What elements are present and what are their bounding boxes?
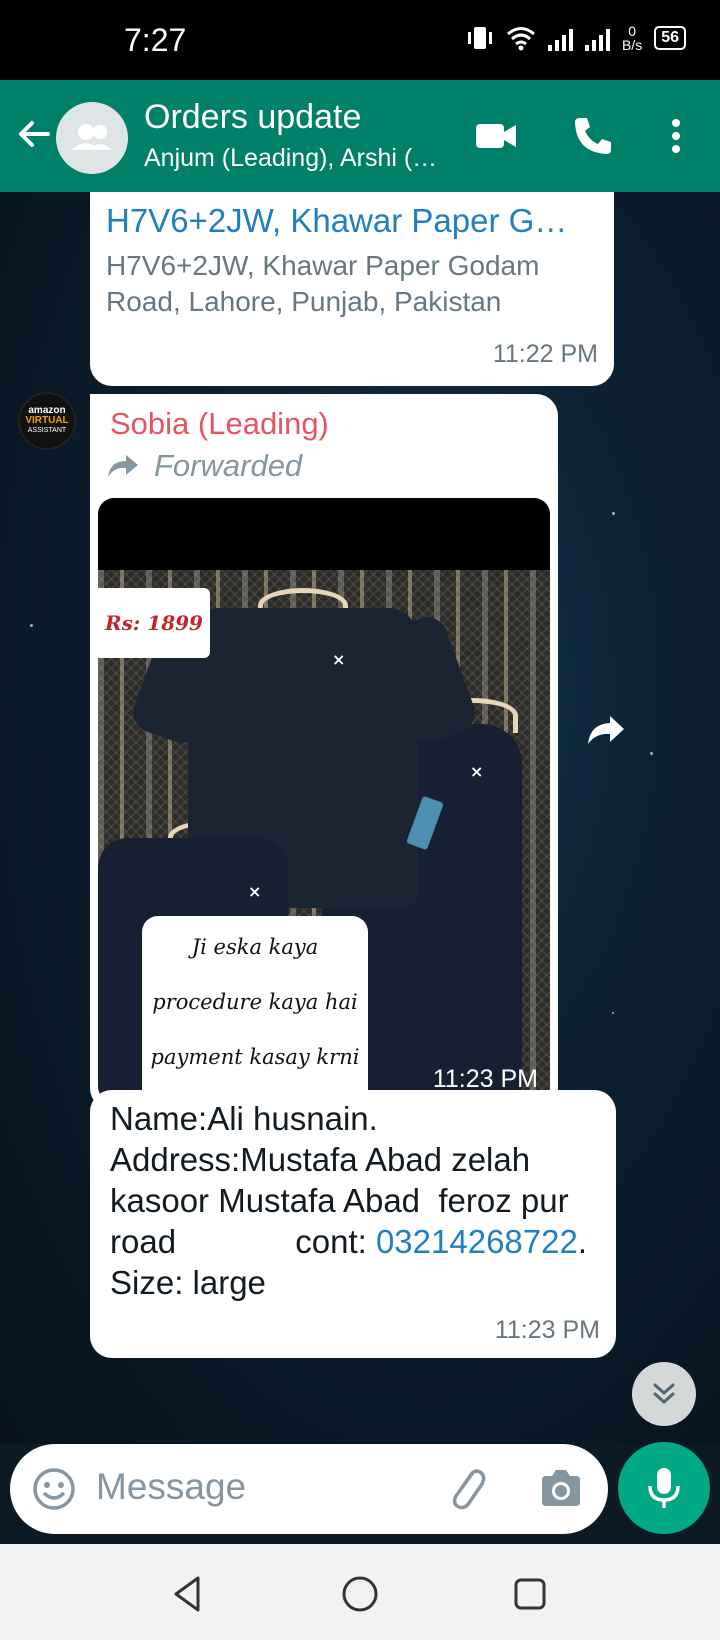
share-forward-icon[interactable] <box>578 702 634 758</box>
forwarded-label: Forwarded <box>154 448 303 483</box>
wallpaper-star <box>30 624 33 627</box>
image-note: Ji eska kaya procedure kaya hai payment … <box>142 916 368 1102</box>
video-call-icon[interactable] <box>474 114 518 158</box>
forwarded-arrow-icon <box>108 455 138 477</box>
forwarded-indicator: Forwarded <box>106 448 302 484</box>
data-rate: 0 B/s <box>621 23 643 53</box>
sender-avatar[interactable]: amazon VIRTUAL ASSISTANT <box>18 392 76 450</box>
wifi-icon <box>507 27 535 51</box>
emoji-icon[interactable] <box>30 1465 78 1513</box>
more-options-icon[interactable] <box>658 114 694 158</box>
wallpaper-star <box>612 1012 614 1014</box>
signal-2-icon <box>584 25 610 51</box>
chat-header: Orders update Anjum (Leading), Arshi (… <box>0 80 720 192</box>
brand-logo-icon: ⨯ <box>332 652 346 669</box>
phone-link[interactable]: 03214268722 <box>376 1223 578 1260</box>
signal-1-icon <box>547 25 573 51</box>
sender-name[interactable]: Sobia (Leading) <box>110 406 329 442</box>
battery-indicator: 56 <box>654 26 686 50</box>
location-link[interactable]: H7V6+2JW, Khawar Paper G… <box>106 202 606 240</box>
chat-title[interactable]: Orders update <box>144 98 361 137</box>
status-icons: 0 B/s 56 <box>466 24 686 52</box>
nav-home-icon[interactable] <box>340 1574 380 1614</box>
wallpaper-star <box>650 752 653 755</box>
system-nav-bar <box>0 1544 720 1640</box>
image-attachment[interactable]: ⨯ ⨯ ⨯ Rs: 1899 Ji eska kaya procedure ka… <box>98 498 550 1102</box>
message-text: Name:Ali husnain. Address:Mustafa Abad z… <box>110 1100 670 1301</box>
nav-recents-icon[interactable] <box>510 1574 550 1614</box>
price-tag: Rs: 1899 <box>98 588 210 658</box>
chat-participants[interactable]: Anjum (Leading), Arshi (… <box>144 144 444 173</box>
message-time: 11:22 PM <box>492 340 598 368</box>
voice-call-icon[interactable] <box>570 114 614 158</box>
status-time: 7:27 <box>124 22 187 58</box>
nav-back-icon[interactable] <box>168 1574 208 1614</box>
brand-logo-icon: ⨯ <box>470 764 484 781</box>
attach-icon[interactable] <box>442 1464 490 1514</box>
vibrate-icon <box>467 27 492 49</box>
forwarded-image-message[interactable]: Sobia (Leading) Forwarded ⨯ ⨯ ⨯ Rs: 1899… <box>90 394 558 1110</box>
voice-message-button[interactable] <box>618 1442 710 1534</box>
message-composer[interactable]: Message <box>10 1444 608 1534</box>
scroll-to-bottom-button[interactable] <box>632 1362 696 1426</box>
message-input[interactable]: Message <box>96 1466 246 1508</box>
location-message[interactable]: H7V6+2JW, Khawar Paper G… H7V6+2JW, Khaw… <box>90 192 614 386</box>
order-text-message[interactable]: Name:Ali husnain. Address:Mustafa Abad z… <box>90 1090 616 1358</box>
wallpaper-star <box>612 512 615 515</box>
group-icon <box>72 124 112 150</box>
double-chevron-down-icon <box>653 1383 675 1405</box>
group-avatar[interactable] <box>56 102 128 174</box>
microphone-icon <box>648 1468 680 1508</box>
chat-area[interactable]: H7V6+2JW, Khawar Paper G… H7V6+2JW, Khaw… <box>0 192 720 1444</box>
back-arrow-icon[interactable] <box>14 114 54 154</box>
camera-icon[interactable] <box>536 1464 584 1512</box>
message-time: 11:23 PM <box>494 1316 600 1344</box>
brand-logo-icon: ⨯ <box>248 884 262 901</box>
location-address: H7V6+2JW, Khawar Paper Godam Road, Lahor… <box>106 250 540 317</box>
status-bar: 7:27 0 B/s 56 <box>0 0 720 80</box>
